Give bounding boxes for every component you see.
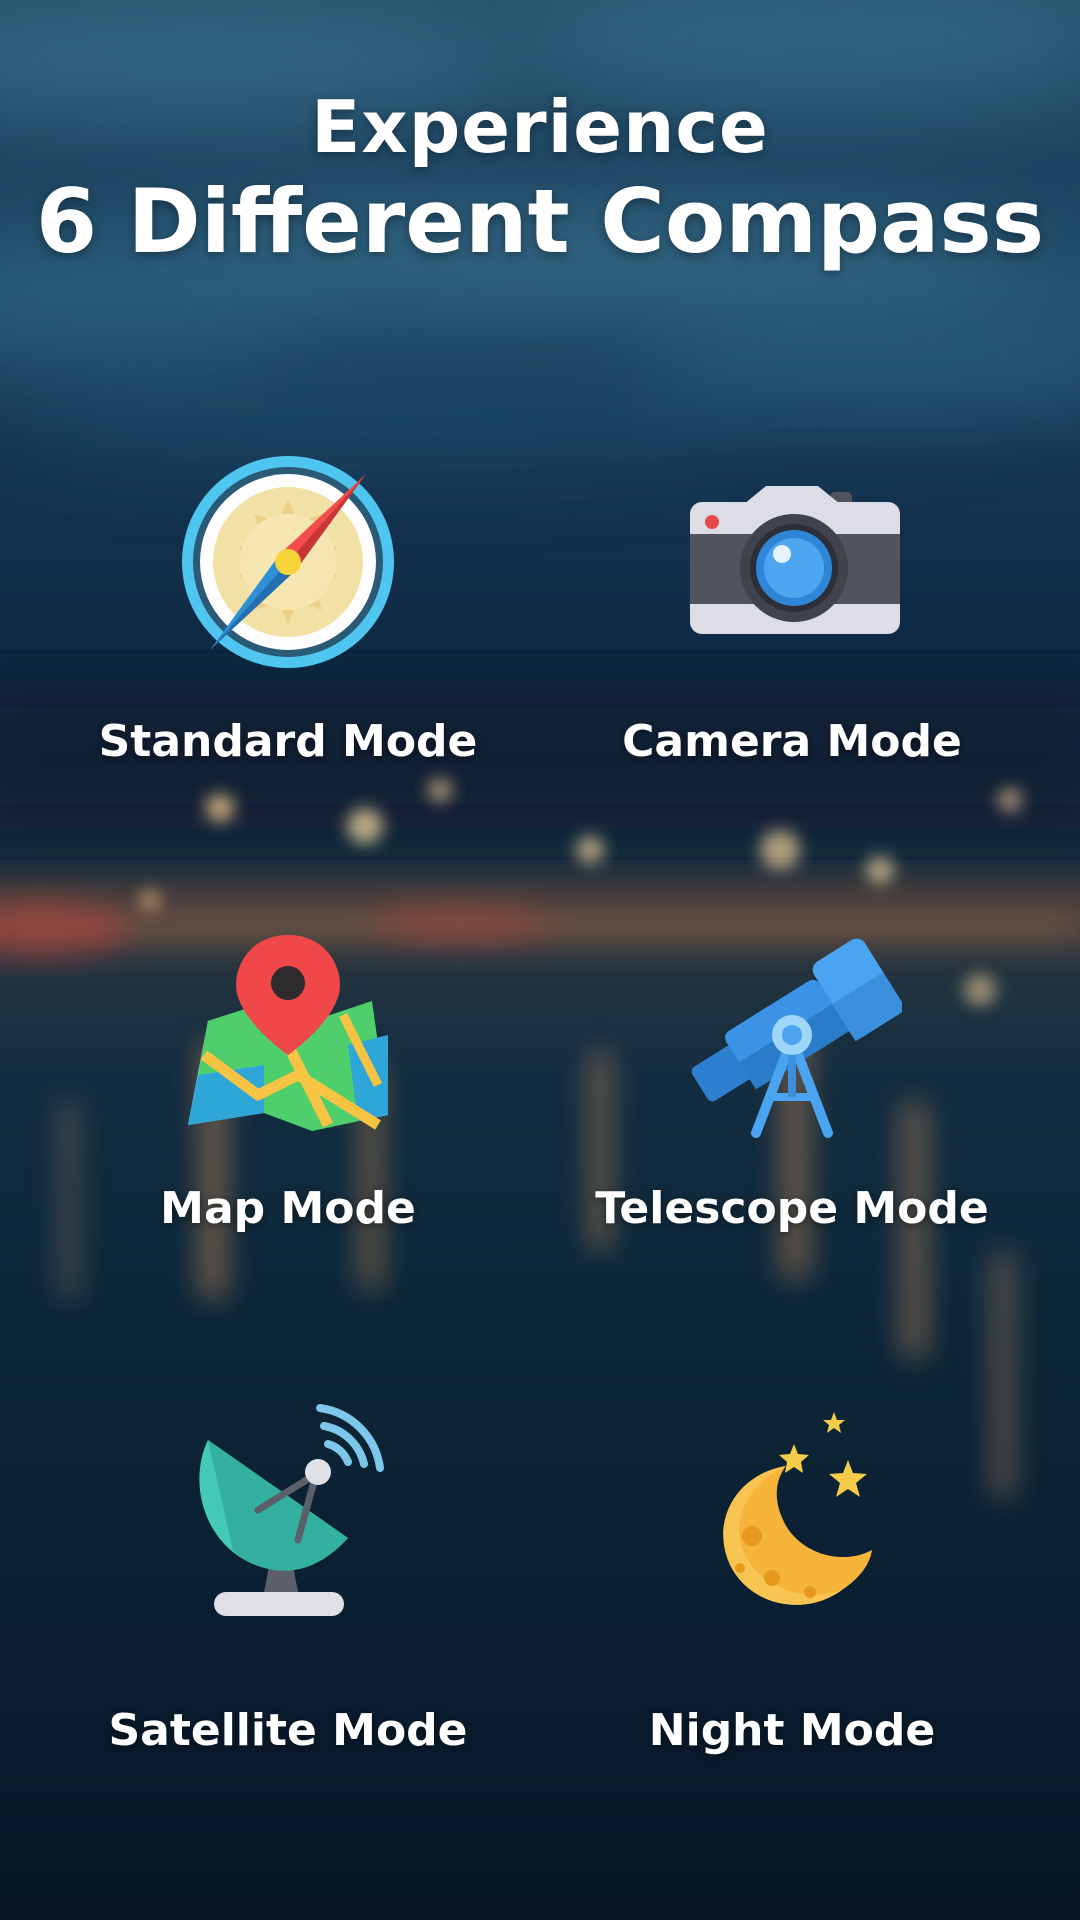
- mode-label-night: Night Mode: [648, 1705, 936, 1756]
- mode-card-camera[interactable]: Camera Mode: [532, 452, 1052, 782]
- telescope-icon: [682, 925, 902, 1145]
- satellite-dish-icon: [178, 1400, 398, 1620]
- headline-line-1: Experience: [311, 85, 769, 169]
- promo-screen: Experience 6 Different Compass Standard …: [0, 0, 1080, 1920]
- headline-line-2: 6 Different Compass: [35, 170, 1045, 273]
- mode-label-standard: Standard Mode: [98, 716, 478, 767]
- compass-icon: [178, 452, 398, 672]
- mode-card-standard[interactable]: Standard Mode: [28, 452, 548, 782]
- moon-stars-icon: [682, 1400, 902, 1620]
- mode-card-night[interactable]: Night Mode: [532, 1400, 1052, 1756]
- headline: Experience 6 Different Compass: [0, 86, 1080, 274]
- mode-label-telescope: Telescope Mode: [595, 1183, 989, 1234]
- camera-icon: [682, 452, 902, 672]
- mode-card-map[interactable]: Map Mode: [28, 925, 548, 1255]
- mode-label-satellite: Satellite Mode: [108, 1705, 468, 1756]
- mode-card-telescope[interactable]: Telescope Mode: [532, 925, 1052, 1255]
- map-pin-icon: [178, 925, 398, 1145]
- mode-label-map: Map Mode: [160, 1183, 416, 1234]
- mode-card-satellite[interactable]: Satellite Mode: [28, 1400, 548, 1756]
- mode-label-camera: Camera Mode: [622, 716, 962, 767]
